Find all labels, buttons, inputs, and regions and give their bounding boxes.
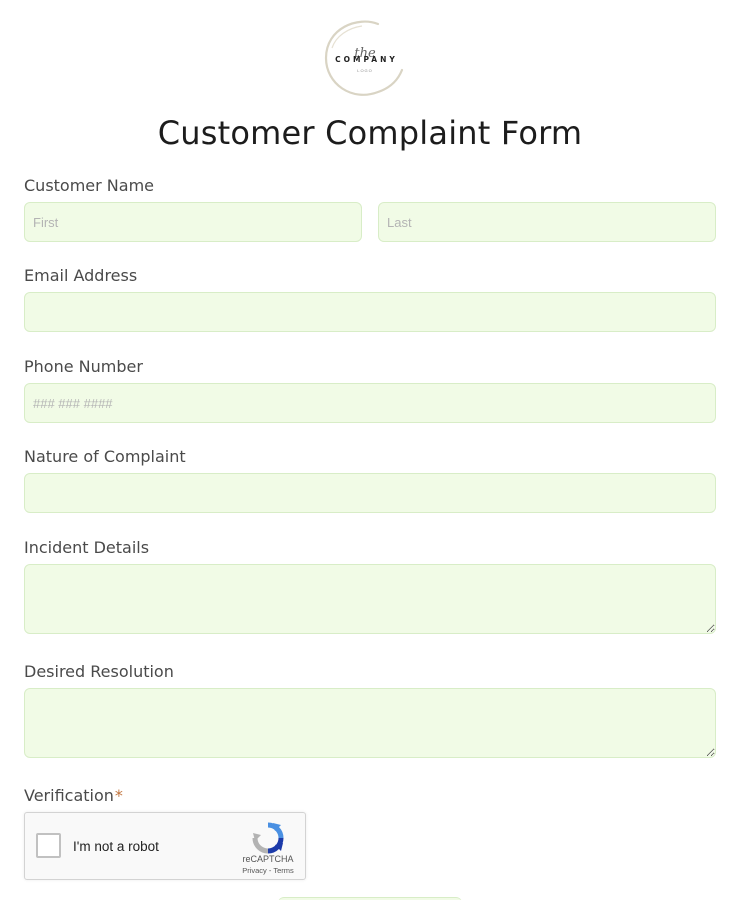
email-label: Email Address xyxy=(24,266,138,285)
phone-field[interactable] xyxy=(24,383,716,423)
customer-name-label: Customer Name xyxy=(24,176,155,195)
incident-label: Incident Details xyxy=(24,538,150,557)
page-title: Customer Complaint Form xyxy=(157,114,583,152)
recaptcha-brand: reCAPTCHA xyxy=(242,854,294,864)
company-logo: the COMPANY LOGO xyxy=(318,18,412,102)
verification-label-text: Verification xyxy=(24,786,114,805)
required-mark: * xyxy=(114,786,123,805)
desired-resolution-textarea[interactable] xyxy=(24,688,716,758)
incident-details-textarea[interactable] xyxy=(24,564,716,634)
logo-sub-text: LOGO xyxy=(357,68,373,73)
verification-label: Verification* xyxy=(24,786,123,805)
last-name-input[interactable] xyxy=(378,202,716,242)
complaint-form-page: the COMPANY LOGO Customer Complaint Form… xyxy=(0,0,740,900)
recaptcha-label: I'm not a robot xyxy=(73,839,159,854)
recaptcha-icon xyxy=(252,822,284,854)
phone-label: Phone Number xyxy=(24,357,143,376)
recaptcha-widget: I'm not a robot reCAPTCHA Privacy - Term… xyxy=(24,812,306,880)
first-name-input[interactable] xyxy=(24,202,362,242)
nature-label: Nature of Complaint xyxy=(24,447,186,466)
resolution-label: Desired Resolution xyxy=(24,662,174,681)
email-field[interactable] xyxy=(24,292,716,332)
logo-company-text: COMPANY xyxy=(335,55,398,64)
recaptcha-checkbox[interactable] xyxy=(36,833,61,858)
nature-of-complaint-field[interactable] xyxy=(24,473,716,513)
recaptcha-privacy-terms[interactable]: Privacy - Terms xyxy=(233,866,303,875)
